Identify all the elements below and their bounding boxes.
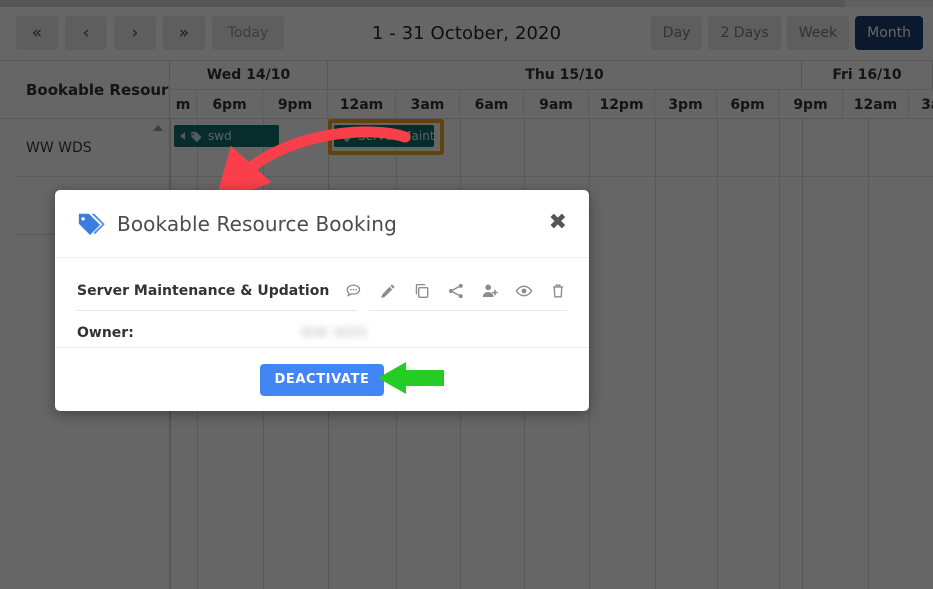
record-summary-row: Server Maintenance & Updation <box>77 274 567 308</box>
share-icon[interactable] <box>447 282 465 300</box>
divider-right <box>369 310 567 311</box>
record-title: Server Maintenance & Updation <box>77 283 330 299</box>
modal-title: Bookable Resource Booking <box>117 211 397 236</box>
owner-label: Owner: <box>77 325 134 341</box>
add-user-icon[interactable] <box>481 282 499 300</box>
copy-icon[interactable] <box>413 282 431 300</box>
comment-icon[interactable] <box>345 282 363 300</box>
eye-icon[interactable] <box>515 282 533 300</box>
modal-body: Server Maintenance & Updation Owner: WW … <box>55 258 589 351</box>
modal-footer: DEACTIVATE <box>55 347 589 411</box>
booking-detail-modal: Bookable Resource Booking ✖ Server Maint… <box>55 190 589 411</box>
deactivate-button[interactable]: DEACTIVATE <box>259 363 385 396</box>
trash-icon[interactable] <box>549 282 567 300</box>
owner-value: WW WDS <box>301 325 368 341</box>
record-action-icons <box>345 282 567 300</box>
divider-row <box>77 310 567 311</box>
tag-icon <box>78 213 105 235</box>
edit-pencil-icon[interactable] <box>379 282 397 300</box>
field-row-owner: Owner: WW WDS <box>77 315 567 351</box>
modal-header: Bookable Resource Booking ✖ <box>55 190 589 258</box>
close-icon[interactable]: ✖ <box>549 212 567 234</box>
screenshot-root: 1 - 31 October, 2020 « ‹ › » Today Day 2… <box>0 0 933 589</box>
divider-left <box>77 310 357 311</box>
